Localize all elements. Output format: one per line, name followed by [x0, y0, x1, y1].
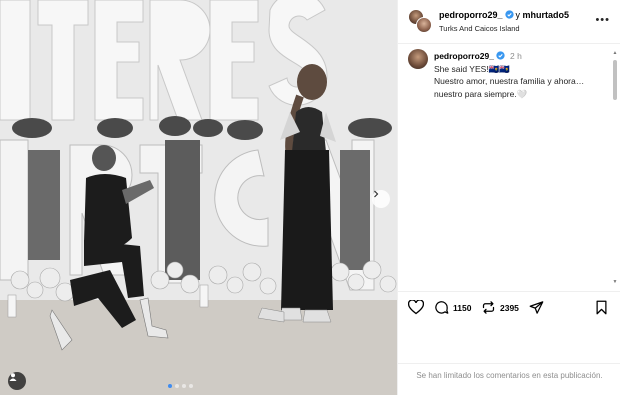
bookmark-icon — [596, 300, 607, 315]
caption-line: She said YES!🇹🇨🇹🇨 — [434, 63, 510, 74]
save-button[interactable] — [595, 300, 608, 315]
post-location[interactable]: Turks And Caicos Island — [439, 24, 520, 33]
caption-username[interactable]: pedroporro29_ — [434, 51, 494, 61]
carousel-next-button[interactable] — [372, 190, 390, 208]
verified-badge-icon — [504, 10, 514, 19]
caption-time[interactable]: 2 h — [510, 51, 522, 61]
more-options-icon: ••• — [595, 14, 610, 26]
comments-limited-notice: Se han limitado los comentarios en esta … — [398, 363, 620, 381]
carousel-dot — [189, 384, 193, 388]
more-options-button[interactable]: ••• — [595, 14, 610, 26]
comments-scrollbar[interactable]: ▲ ▼ — [612, 50, 618, 285]
share-icon — [529, 301, 544, 314]
caption-body: pedroporro29_ 2 h She said YES!🇹🇨🇹🇨 Nuest… — [434, 50, 614, 100]
scroll-down-arrow-icon[interactable]: ▼ — [612, 279, 618, 285]
carousel-indicator — [168, 384, 193, 388]
carousel-dot — [175, 384, 179, 388]
like-button[interactable] — [408, 300, 424, 315]
comments-count: 1150 — [453, 302, 472, 313]
author-names: pedroporro29_ y mhurtado5 — [439, 10, 569, 20]
post-header: pedroporro29_ y mhurtado5 Turks And Caico… — [398, 0, 620, 44]
repost-button[interactable]: 2395 — [481, 300, 519, 315]
caption-line: nuestro para siempre.🤍 — [434, 88, 528, 99]
chevron-right-icon — [374, 190, 379, 198]
author-username[interactable]: pedroporro29_ — [439, 10, 503, 20]
person-tag-icon — [9, 373, 17, 381]
heart-icon — [408, 300, 424, 315]
verified-badge-icon — [496, 51, 505, 60]
reposts-count: 2395 — [500, 302, 519, 313]
avatar[interactable] — [416, 17, 432, 33]
scrollbar-thumb[interactable] — [613, 60, 617, 100]
coauthor-username[interactable]: mhurtado5 — [523, 10, 570, 20]
repost-icon — [482, 301, 495, 314]
carousel-dot — [182, 384, 186, 388]
action-bar: 1150 2395 — [398, 291, 620, 325]
avatar[interactable] — [408, 49, 428, 69]
post-sidebar: pedroporro29_ y mhurtado5 Turks And Caico… — [397, 0, 620, 395]
scroll-up-arrow-icon[interactable]: ▲ — [612, 50, 618, 56]
carousel-dot — [168, 384, 172, 388]
comment-button[interactable]: 1150 — [434, 300, 471, 315]
post-photo[interactable] — [0, 0, 397, 395]
person-tag-button[interactable] — [8, 372, 26, 390]
caption-line: Nuestro amor, nuestra familia y ahora… — [434, 76, 585, 86]
comment-icon — [435, 301, 449, 314]
author-connector: y — [515, 10, 521, 20]
author-avatars[interactable] — [408, 9, 432, 33]
photo-scene — [0, 0, 397, 395]
share-button[interactable] — [529, 300, 544, 315]
